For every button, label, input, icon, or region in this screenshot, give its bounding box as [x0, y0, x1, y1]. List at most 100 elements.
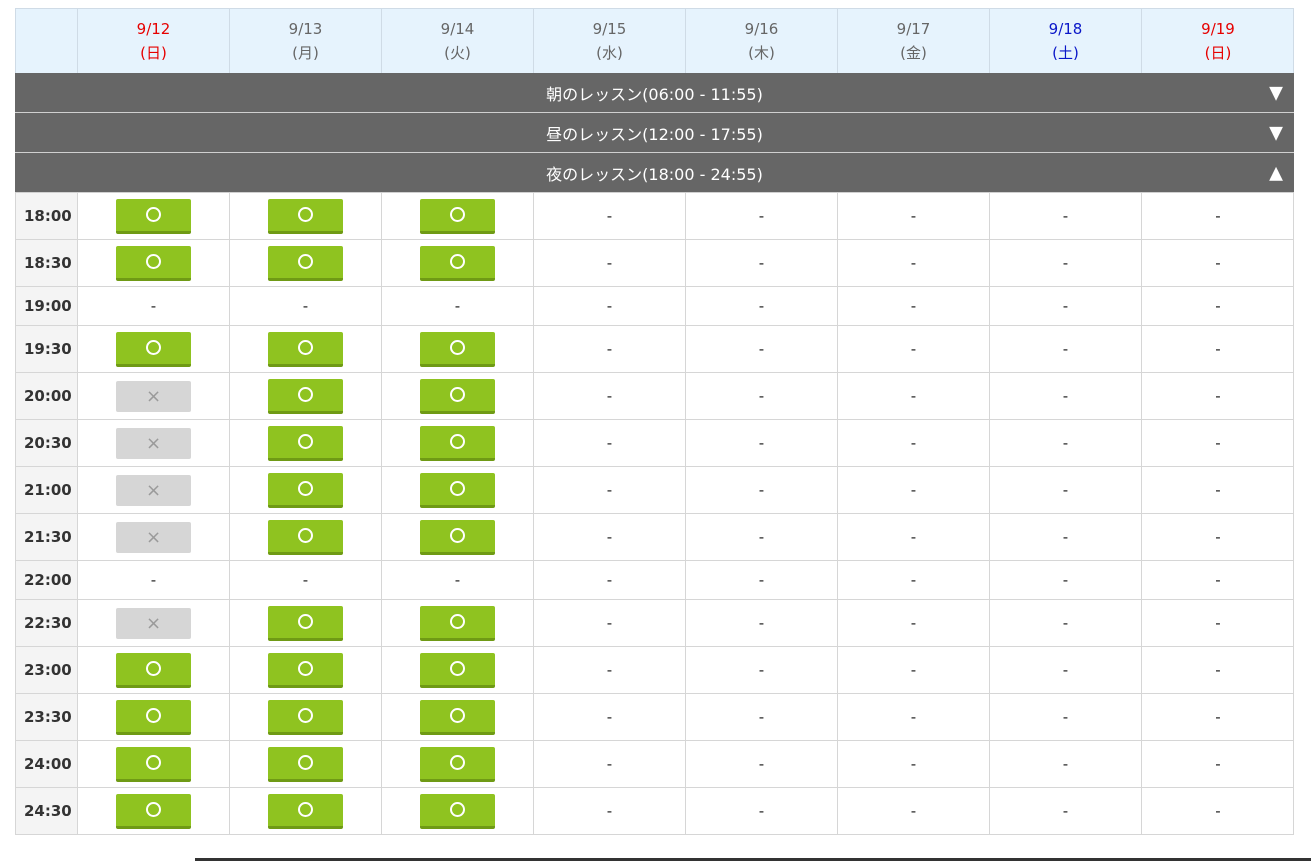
period-band[interactable]: 昼のレッスン(12:00 - 17:55) ▼ [15, 113, 1294, 153]
reserve-button[interactable] [268, 425, 343, 461]
no-slot-dash: - [910, 254, 917, 272]
reserve-button[interactable] [268, 472, 343, 508]
reserve-button[interactable] [420, 793, 495, 829]
reserve-button[interactable] [420, 331, 495, 367]
circle-icon [298, 802, 313, 817]
reserve-button[interactable] [116, 699, 191, 735]
reserve-button[interactable] [268, 605, 343, 641]
reserve-button[interactable] [268, 652, 343, 688]
no-slot-dash: - [910, 708, 917, 726]
triangle-down-icon[interactable]: ▼ [1269, 82, 1283, 103]
circle-icon [146, 802, 161, 817]
reserve-button[interactable] [420, 198, 495, 234]
time-slot-row: 23:30 - - - - - [15, 694, 1294, 741]
reserve-button[interactable] [268, 245, 343, 281]
slot-cell: - [534, 788, 686, 834]
no-slot-dash: - [910, 571, 917, 589]
circle-icon [298, 755, 313, 770]
no-slot-dash: - [758, 802, 765, 820]
no-slot-dash: - [1062, 661, 1069, 679]
reserve-button[interactable] [420, 472, 495, 508]
no-slot-dash: - [606, 254, 613, 272]
cross-icon: × [145, 385, 162, 407]
no-slot-dash: - [910, 340, 917, 358]
reserve-button[interactable] [420, 245, 495, 281]
cross-icon: × [145, 479, 162, 501]
no-slot-dash: - [910, 528, 917, 546]
circle-icon [298, 434, 313, 449]
slot-cell: × [78, 467, 230, 513]
reserve-button[interactable] [268, 699, 343, 735]
reserve-button[interactable] [116, 331, 191, 367]
time-label: 21:30 [16, 514, 78, 560]
reserve-button[interactable] [420, 519, 495, 555]
no-slot-dash: - [606, 755, 613, 773]
reserve-button[interactable] [420, 605, 495, 641]
reserve-button[interactable] [268, 198, 343, 234]
reserve-button[interactable] [116, 245, 191, 281]
weekday-label: (日) [1204, 44, 1232, 62]
no-slot-dash: - [910, 434, 917, 452]
time-slot-row: 20:00 × - - - - - [15, 373, 1294, 420]
slot-cell [382, 420, 534, 466]
date-header-row: 9/12 (日) 9/13 (月) 9/14 (火) 9/15 (水) 9/16 (木) 9/17 (… [15, 8, 1294, 73]
reserve-button[interactable] [420, 378, 495, 414]
time-slot-row: 21:00 × - - - - - [15, 467, 1294, 514]
reserve-button[interactable] [420, 652, 495, 688]
reserve-button[interactable] [116, 793, 191, 829]
reserve-button[interactable] [268, 519, 343, 555]
slot-cell: - [534, 420, 686, 466]
slot-cell: - [990, 647, 1142, 693]
weekday-label: (火) [444, 44, 471, 62]
slot-cell: - [534, 467, 686, 513]
no-slot-dash: - [758, 755, 765, 773]
reserve-button[interactable] [116, 198, 191, 234]
slot-cell [230, 240, 382, 286]
unavailable-slot: × [116, 474, 191, 506]
circle-icon [450, 207, 465, 222]
reserve-button[interactable] [268, 746, 343, 782]
slot-cell: × [78, 420, 230, 466]
slot-cell: - [686, 561, 838, 599]
slot-cell: - [686, 694, 838, 740]
slot-cell: - [382, 561, 534, 599]
time-label: 22:00 [16, 561, 78, 599]
slot-cell: - [1142, 788, 1294, 834]
reserve-button[interactable] [420, 699, 495, 735]
time-label: 18:30 [16, 240, 78, 286]
reserve-button[interactable] [268, 793, 343, 829]
slot-cell: - [1142, 193, 1294, 239]
slot-cell: - [1142, 287, 1294, 325]
slot-cell: - [990, 741, 1142, 787]
weekday-label: (月) [292, 44, 319, 62]
slot-cell: - [1142, 240, 1294, 286]
date-header-cell: 9/16 (木) [686, 9, 838, 73]
reserve-button[interactable] [116, 652, 191, 688]
slot-cell: - [1142, 326, 1294, 372]
reserve-button[interactable] [116, 746, 191, 782]
circle-icon [146, 340, 161, 355]
circle-icon [298, 207, 313, 222]
no-slot-dash: - [758, 207, 765, 225]
circle-icon [450, 387, 465, 402]
no-slot-dash: - [1062, 207, 1069, 225]
header-corner [16, 9, 78, 73]
slot-cell: - [838, 373, 990, 419]
reserve-button[interactable] [268, 378, 343, 414]
period-band[interactable]: 朝のレッスン(06:00 - 11:55) ▼ [15, 73, 1294, 113]
slot-cell [78, 193, 230, 239]
time-slot-row: 19:00 - - - - - - - - [15, 287, 1294, 326]
slot-cell: - [990, 287, 1142, 325]
triangle-down-icon[interactable]: ▼ [1269, 122, 1283, 143]
slot-cell: - [534, 240, 686, 286]
triangle-up-icon[interactable]: ▲ [1269, 162, 1283, 183]
time-slot-row: 18:00 - - - - - [15, 193, 1294, 240]
period-band[interactable]: 夜のレッスン(18:00 - 24:55) ▲ [15, 153, 1294, 193]
lesson-schedule: 9/12 (日) 9/13 (月) 9/14 (火) 9/15 (水) 9/16 (木) 9/17 (… [15, 8, 1294, 835]
reserve-button[interactable] [420, 425, 495, 461]
no-slot-dash: - [1215, 481, 1221, 499]
reserve-button[interactable] [420, 746, 495, 782]
reserve-button[interactable] [268, 331, 343, 367]
no-slot-dash: - [1215, 802, 1221, 820]
time-slot-row: 18:30 - - - - - [15, 240, 1294, 287]
